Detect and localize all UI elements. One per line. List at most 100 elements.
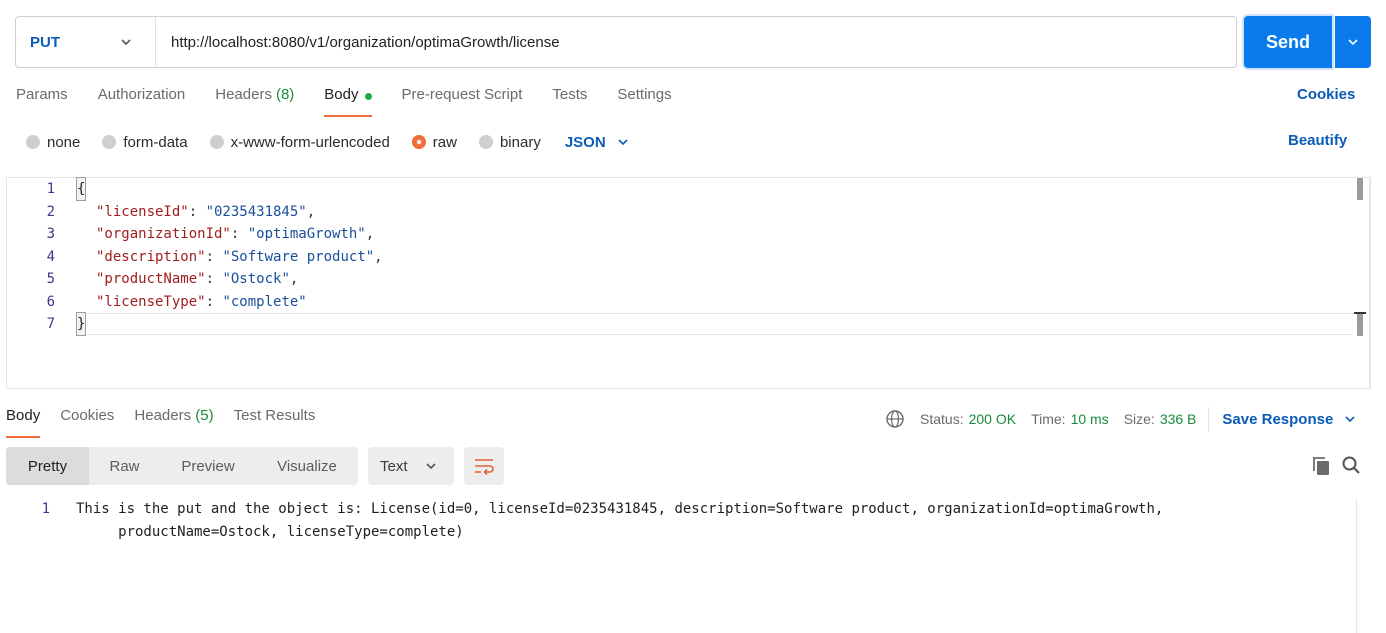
format-label: Text: [380, 457, 408, 475]
radio-form-data[interactable]: form-data: [102, 133, 188, 151]
json-field: "licenseId": "0235431845",: [96, 204, 316, 220]
json-trail: ,: [306, 204, 316, 220]
tab-label: Headers: [134, 407, 192, 424]
radio-binary[interactable]: binary: [478, 133, 541, 151]
tab-headers[interactable]: Headers (8): [215, 86, 294, 116]
json-key: "licenseId": [96, 204, 189, 220]
line-number: 3: [46, 226, 55, 242]
open-brace: {: [75, 177, 87, 201]
line-number: 5: [46, 271, 55, 287]
copy-icon[interactable]: [1311, 456, 1331, 476]
json-key: "description": [96, 249, 206, 265]
tab-body[interactable]: Body: [324, 86, 372, 117]
divider: [1208, 407, 1210, 431]
tab-label: Settings: [617, 86, 672, 103]
editor-line: 6 "licenseType": "complete": [7, 291, 1352, 313]
modified-dot-icon: [364, 93, 372, 100]
tab-label: Cookies: [60, 407, 115, 424]
response-text: This is the put and the object is: Licen…: [76, 498, 1266, 544]
json-trail: ,: [289, 271, 299, 287]
radio-label: form-data: [123, 133, 188, 151]
response-scrollbar-track[interactable]: [1356, 498, 1357, 633]
line-number: 7: [46, 316, 55, 332]
radio-label: x-www-form-urlencoded: [230, 133, 390, 151]
radio-raw[interactable]: raw: [411, 134, 457, 151]
chevron-down-icon: [121, 39, 131, 46]
view-mode-preview[interactable]: Preview: [160, 447, 256, 485]
time-label: Time:: [1031, 411, 1066, 427]
response-tab-headers[interactable]: Headers (5): [134, 407, 213, 437]
json-value: "optimaGrowth": [247, 226, 366, 242]
chevron-down-icon: [426, 463, 436, 470]
editor-scrollbar-thumb[interactable]: [1357, 178, 1363, 200]
wrap-lines-button[interactable]: [464, 447, 504, 485]
tab-label: Headers: [215, 86, 272, 103]
tab-label: Params: [16, 86, 68, 103]
send-button[interactable]: Send: [1244, 16, 1332, 68]
response-tab-body[interactable]: Body: [6, 407, 41, 438]
tab-label: Pre-request Script: [401, 86, 523, 103]
view-mode-segmented: Pretty Raw Preview Visualize: [6, 447, 358, 485]
response-tab-test-results[interactable]: Test Results: [234, 407, 316, 437]
tab-params[interactable]: Params: [16, 86, 68, 116]
json-field: "productName": "Ostock",: [96, 271, 299, 287]
radio-none[interactable]: none: [26, 134, 80, 151]
tab-tests[interactable]: Tests: [552, 86, 587, 116]
send-options-button[interactable]: [1335, 16, 1371, 68]
tab-label: Tests: [552, 86, 588, 103]
json-value: "0235431845": [205, 204, 307, 220]
url-input[interactable]: http://localhost:8080/v1/organization/op…: [156, 34, 560, 51]
editor-line: 3 "organizationId": "optimaGrowth",: [7, 223, 1352, 245]
chevron-down-icon: [1348, 39, 1358, 46]
tab-pre-request-script[interactable]: Pre-request Script: [402, 86, 523, 116]
globe-icon[interactable]: [885, 409, 905, 429]
search-icon[interactable]: [1341, 455, 1361, 475]
json-key: "productName": [96, 271, 206, 287]
json-field: "licenseType": "complete": [96, 294, 307, 310]
format-select[interactable]: Text: [368, 447, 454, 485]
status-value[interactable]: 200 OK: [969, 411, 1016, 427]
headers-count: (8): [275, 86, 295, 103]
beautify-button[interactable]: Beautify: [1288, 132, 1347, 149]
radio-circle-icon: [26, 135, 40, 149]
radio-label: binary: [499, 133, 541, 151]
json-value: "Software product": [222, 249, 375, 265]
language-select[interactable]: JSON: [565, 134, 630, 151]
status-label: Status:: [920, 411, 964, 427]
editor-line: 4 "description": "Software product",: [7, 246, 1352, 268]
response-tab-cookies[interactable]: Cookies: [60, 407, 114, 437]
tab-label: Test Results: [233, 407, 316, 424]
request-bar: PUT http://localhost:8080/v1/organizatio…: [15, 16, 1237, 68]
editor-line: 1 {: [7, 177, 1352, 201]
cookies-link[interactable]: Cookies: [1297, 86, 1355, 103]
editor-scrollbar-track[interactable]: [1369, 178, 1370, 388]
line-number: 6: [46, 294, 55, 310]
radio-circle-icon: [209, 135, 224, 149]
radio-circle-icon: [478, 135, 493, 149]
editor-line: 7 }: [7, 312, 1352, 336]
response-tabs: Body Cookies Headers (5) Test Results: [6, 407, 335, 438]
line-number: 4: [46, 249, 55, 265]
body-editor[interactable]: 1 { 2 "licenseId": "0235431845", 3 "orga…: [6, 177, 1371, 389]
radio-label: none: [47, 133, 81, 151]
json-key: "licenseType": [96, 294, 206, 310]
size-value[interactable]: 336 B: [1160, 411, 1197, 427]
tab-authorization[interactable]: Authorization: [98, 86, 186, 116]
close-brace: }: [75, 312, 87, 336]
view-mode-pretty[interactable]: Pretty: [6, 447, 89, 485]
tab-label: Body: [324, 86, 359, 103]
method-select[interactable]: PUT: [16, 17, 156, 67]
tab-settings[interactable]: Settings: [617, 86, 671, 116]
tab-label: Authorization: [97, 86, 186, 103]
json-trail: ,: [374, 249, 383, 265]
chevron-down-icon: [1345, 416, 1355, 423]
language-label: JSON: [564, 133, 606, 151]
time-value[interactable]: 10 ms: [1071, 411, 1109, 427]
json-key: "organizationId": [96, 226, 231, 242]
view-mode-visualize[interactable]: Visualize: [256, 447, 358, 485]
radio-x-www-form-urlencoded[interactable]: x-www-form-urlencoded: [209, 133, 390, 151]
view-mode-raw[interactable]: Raw: [89, 447, 160, 485]
tab-label: Body: [6, 407, 41, 424]
save-response-button[interactable]: Save Response: [1222, 411, 1357, 428]
editor-line: 5 "productName": "Ostock",: [7, 268, 1352, 290]
